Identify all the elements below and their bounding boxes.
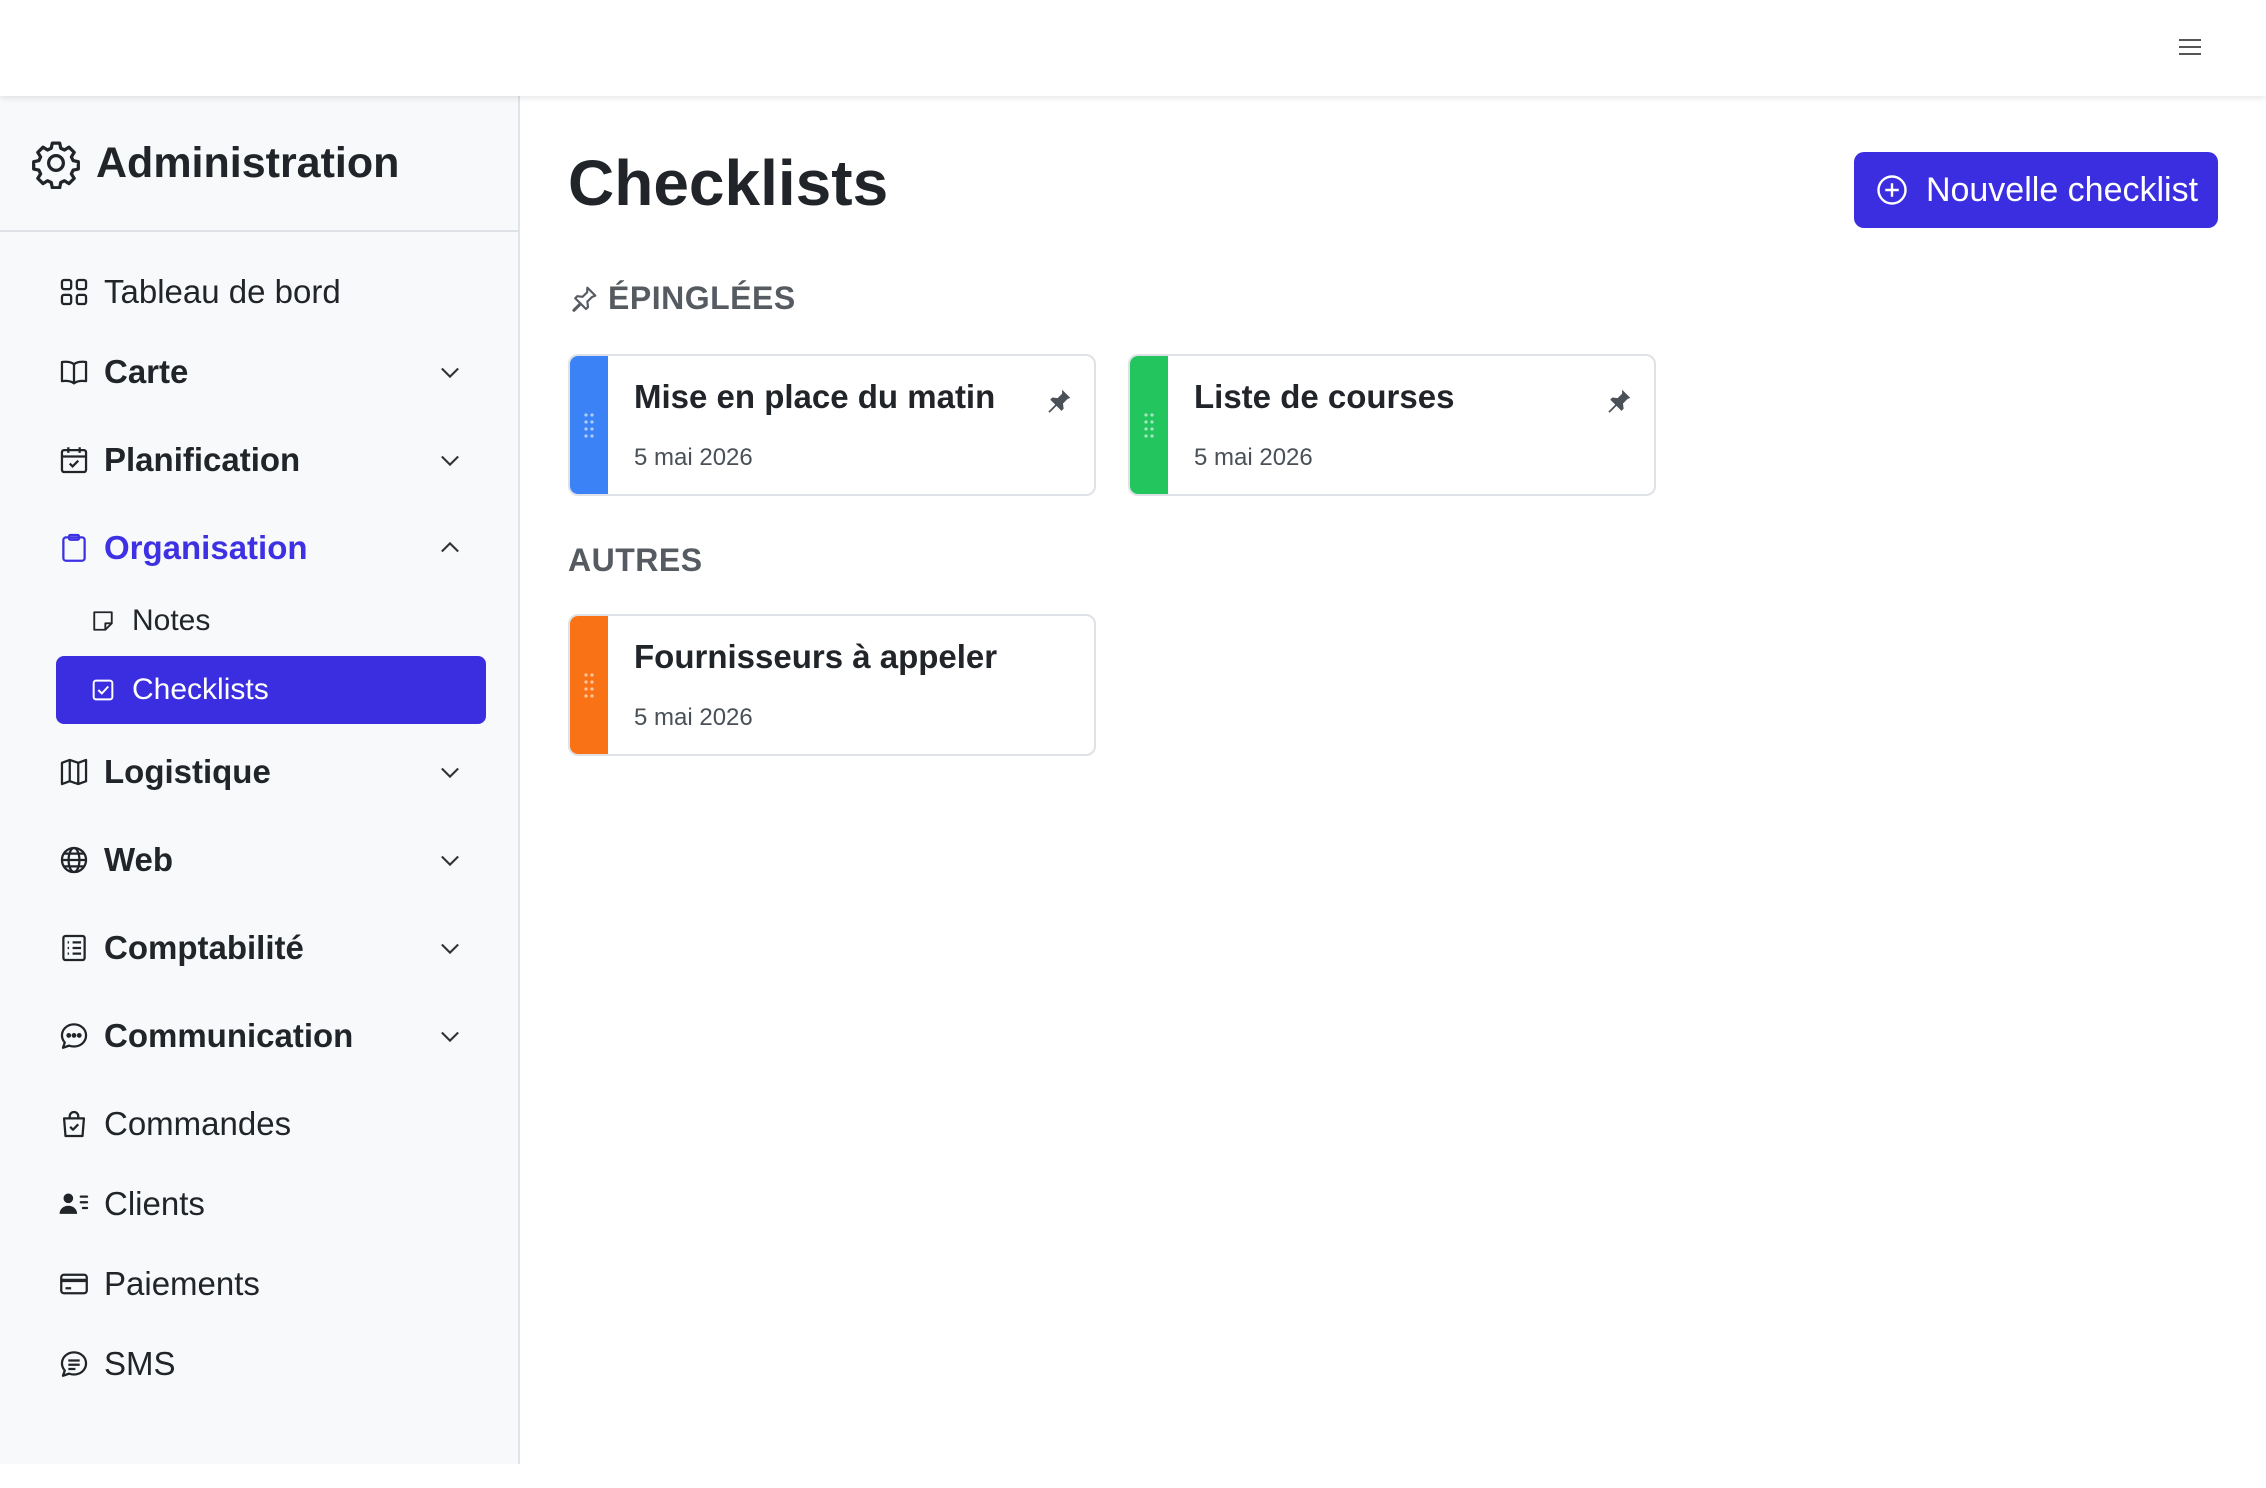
pin-outline-icon [572, 286, 597, 312]
card-color-stripe [570, 356, 608, 494]
sidebar-brand-title: Administration [96, 138, 400, 187]
sidebar-item-clients[interactable]: Clients [56, 1172, 488, 1236]
globe-icon [60, 846, 88, 874]
clipboard-icon [62, 533, 86, 562]
chevron-down-icon [441, 767, 459, 779]
top-bar [0, 0, 2266, 96]
sidebar-item-web[interactable]: Web [56, 828, 488, 892]
sidebar-subitem-notes[interactable]: Notes [88, 590, 488, 652]
plus-circle-icon [1877, 175, 1907, 205]
sidebar-brand: Administration [0, 96, 518, 232]
sidebar-item-label: Communication [104, 1017, 354, 1054]
sidebar-item-logistique[interactable]: Logistique [56, 740, 488, 804]
message-text-icon [60, 1351, 88, 1377]
sidebar-item-paiements[interactable]: Paiements [56, 1252, 488, 1316]
others-section-label: AUTRES [568, 542, 703, 578]
drag-handle-icon[interactable] [582, 671, 596, 699]
checklist-card-title: Fournisseurs à appeler [634, 638, 998, 675]
sidebar-item-label: Organisation [104, 529, 308, 566]
sidebar: Administration Tableau de bord Carte Pla… [0, 96, 520, 1464]
sidebar-item-label: Clients [104, 1185, 205, 1222]
sidebar-item-commandes[interactable]: Commandes [56, 1092, 488, 1156]
checklist-card-date: 5 mai 2026 [634, 444, 753, 471]
chat-bubble-icon [60, 1023, 88, 1049]
sidebar-item-sms[interactable]: SMS [56, 1332, 488, 1396]
sidebar-subitem-label: Notes [132, 604, 211, 637]
sidebar-item-carte[interactable]: Carte [56, 340, 488, 404]
menu-toggle-button[interactable] [2172, 32, 2208, 62]
sidebar-item-label: Commandes [104, 1105, 292, 1142]
sidebar-item-label: Carte [104, 353, 189, 390]
sticky-note-icon [93, 611, 113, 631]
sidebar-item-label: SMS [104, 1345, 176, 1382]
drag-handle-icon[interactable] [582, 411, 596, 439]
sidebar-item-communication[interactable]: Communication [56, 1004, 488, 1068]
shopping-bag-check-icon [62, 1110, 86, 1138]
checklist-card-date: 5 mai 2026 [634, 704, 753, 731]
check-square-icon [92, 679, 114, 701]
drag-handle-icon[interactable] [1142, 411, 1156, 439]
sidebar-item-label: Planification [104, 441, 301, 478]
gear-icon [32, 141, 80, 189]
sidebar-subitem-label: Checklists [132, 673, 269, 706]
new-checklist-label: Nouvelle checklist [1925, 170, 2199, 209]
open-book-icon [60, 360, 88, 385]
user-list-icon [59, 1193, 89, 1214]
pinned-section-label: ÉPINGLÉES [608, 280, 796, 316]
chevron-down-icon [441, 367, 459, 379]
sidebar-item-label: Web [104, 841, 174, 878]
card-color-stripe [570, 616, 608, 754]
map-icon [60, 758, 88, 786]
calendar-check-icon [60, 447, 88, 474]
checklist-card-title: Liste de courses [1194, 378, 1455, 415]
sidebar-item-label: Paiements [104, 1265, 260, 1302]
checklist-card[interactable]: Liste de courses 5 mai 2026 [1128, 354, 1656, 496]
sidebar-subitem-checklists[interactable]: Checklists [56, 656, 486, 724]
chevron-down-icon [441, 855, 459, 867]
sidebar-item-planification[interactable]: Planification [56, 428, 488, 492]
page-title: Checklists [568, 147, 889, 219]
checklist-card-title: Mise en place du matin [634, 378, 996, 415]
pin-icon[interactable] [1604, 386, 1634, 416]
chevron-down-icon [441, 943, 459, 955]
new-checklist-button[interactable]: Nouvelle checklist [1854, 152, 2218, 228]
sidebar-item-label: Logistique [104, 753, 271, 790]
chevron-up-icon [441, 541, 459, 553]
credit-card-icon [60, 1273, 88, 1295]
pinned-section-heading: ÉPINGLÉES [568, 280, 796, 317]
sidebar-item-label: Comptabilité [104, 929, 304, 966]
card-color-stripe [1130, 356, 1168, 494]
hamburger-icon [2179, 39, 2201, 55]
checklist-card[interactable]: Fournisseurs à appeler 5 mai 2026 [568, 614, 1096, 756]
pin-icon[interactable] [1044, 386, 1074, 416]
sidebar-item-organisation[interactable]: Organisation [56, 516, 488, 580]
main-content: Checklists Nouvelle checklist ÉPINGLÉES … [522, 96, 2266, 1488]
sidebar-item-comptabilite[interactable]: Comptabilité [56, 916, 488, 980]
checklist-card-date: 5 mai 2026 [1194, 444, 1313, 471]
sidebar-item-label: Tableau de bord [104, 273, 341, 310]
grid-icon [60, 278, 88, 306]
checklist-card[interactable]: Mise en place du matin 5 mai 2026 [568, 354, 1096, 496]
chevron-down-icon [441, 455, 459, 467]
sidebar-item-dashboard[interactable]: Tableau de bord [56, 260, 488, 324]
others-section-heading: AUTRES [568, 542, 703, 579]
chevron-down-icon [441, 1031, 459, 1043]
ledger-icon [62, 934, 86, 962]
